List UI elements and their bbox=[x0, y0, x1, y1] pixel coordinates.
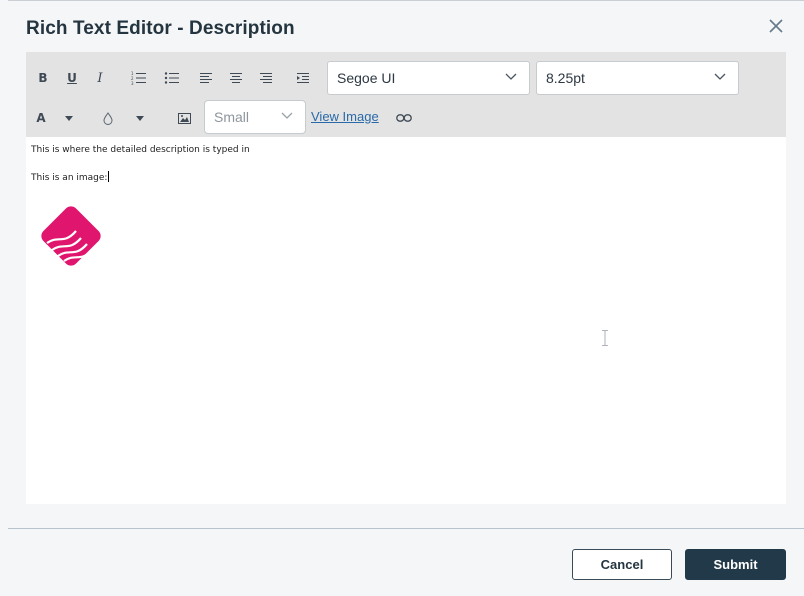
indent-icon bbox=[297, 73, 309, 83]
bold-button[interactable]: B bbox=[34, 67, 52, 89]
highlight-drop-icon bbox=[103, 111, 113, 125]
align-right-button[interactable] bbox=[257, 67, 275, 89]
chevron-down-icon bbox=[714, 73, 726, 80]
caret-down-icon bbox=[136, 115, 144, 121]
content-line: This is an image: bbox=[31, 171, 110, 183]
underline-label: U bbox=[67, 71, 77, 85]
align-center-icon bbox=[230, 73, 242, 83]
content-line: This is where the detailed description i… bbox=[31, 145, 250, 155]
font-size-select[interactable]: 8.25pt bbox=[536, 61, 739, 95]
align-center-button[interactable] bbox=[227, 67, 245, 89]
editor-area: B U I 1 2 3 Segoe UI 8.25pt A Small View… bbox=[26, 52, 786, 504]
caret-down-icon bbox=[65, 115, 73, 121]
font-color-label: A bbox=[36, 111, 46, 125]
ibeam-cursor-icon bbox=[602, 330, 608, 346]
image-size-value: Small bbox=[214, 109, 250, 125]
image-size-select[interactable]: Small bbox=[204, 100, 306, 134]
font-color-dropdown[interactable] bbox=[62, 107, 76, 129]
editor-toolbar: B U I 1 2 3 Segoe UI 8.25pt A Small View… bbox=[26, 52, 786, 137]
footer-divider bbox=[8, 528, 804, 529]
logo-image[interactable] bbox=[38, 203, 104, 269]
top-border bbox=[8, 0, 804, 1]
indent-button[interactable] bbox=[294, 67, 312, 89]
align-left-button[interactable] bbox=[197, 67, 215, 89]
underline-button[interactable]: U bbox=[63, 67, 81, 89]
italic-label: I bbox=[97, 70, 103, 86]
bullet-list-icon bbox=[164, 72, 179, 84]
view-image-link[interactable]: View Image bbox=[311, 109, 379, 124]
italic-button[interactable]: I bbox=[92, 67, 108, 89]
bullet-list-button[interactable] bbox=[162, 67, 182, 89]
font-family-select[interactable]: Segoe UI bbox=[327, 61, 530, 95]
numbered-list-button[interactable]: 1 2 3 bbox=[129, 67, 149, 89]
font-family-value: Segoe UI bbox=[337, 70, 396, 86]
align-left-icon bbox=[200, 73, 212, 83]
link-icon bbox=[396, 114, 412, 122]
submit-button[interactable]: Submit bbox=[685, 549, 786, 580]
font-color-button[interactable]: A bbox=[32, 107, 50, 129]
text-caret bbox=[108, 171, 110, 182]
numbered-list-icon: 1 2 3 bbox=[131, 71, 146, 85]
align-right-icon bbox=[260, 73, 272, 83]
svg-text:3: 3 bbox=[131, 81, 134, 85]
rich-text-editor-dialog: Rich Text Editor - Description B U I 1 2… bbox=[0, 0, 804, 596]
chevron-down-icon bbox=[281, 112, 293, 119]
font-size-value: 8.25pt bbox=[546, 70, 585, 86]
image-icon bbox=[177, 112, 191, 124]
highlight-color-button[interactable] bbox=[100, 107, 116, 129]
close-icon[interactable] bbox=[766, 16, 786, 36]
content-line-text: This is an image: bbox=[31, 173, 108, 183]
editor-content[interactable]: This is where the detailed description i… bbox=[26, 137, 786, 504]
cancel-button[interactable]: Cancel bbox=[572, 549, 672, 580]
dialog-title: Rich Text Editor - Description bbox=[26, 18, 295, 39]
bold-label: B bbox=[38, 71, 48, 85]
insert-image-button[interactable] bbox=[175, 107, 193, 129]
insert-link-button[interactable] bbox=[394, 107, 414, 129]
chevron-down-icon bbox=[505, 73, 517, 80]
highlight-color-dropdown[interactable] bbox=[133, 107, 147, 129]
